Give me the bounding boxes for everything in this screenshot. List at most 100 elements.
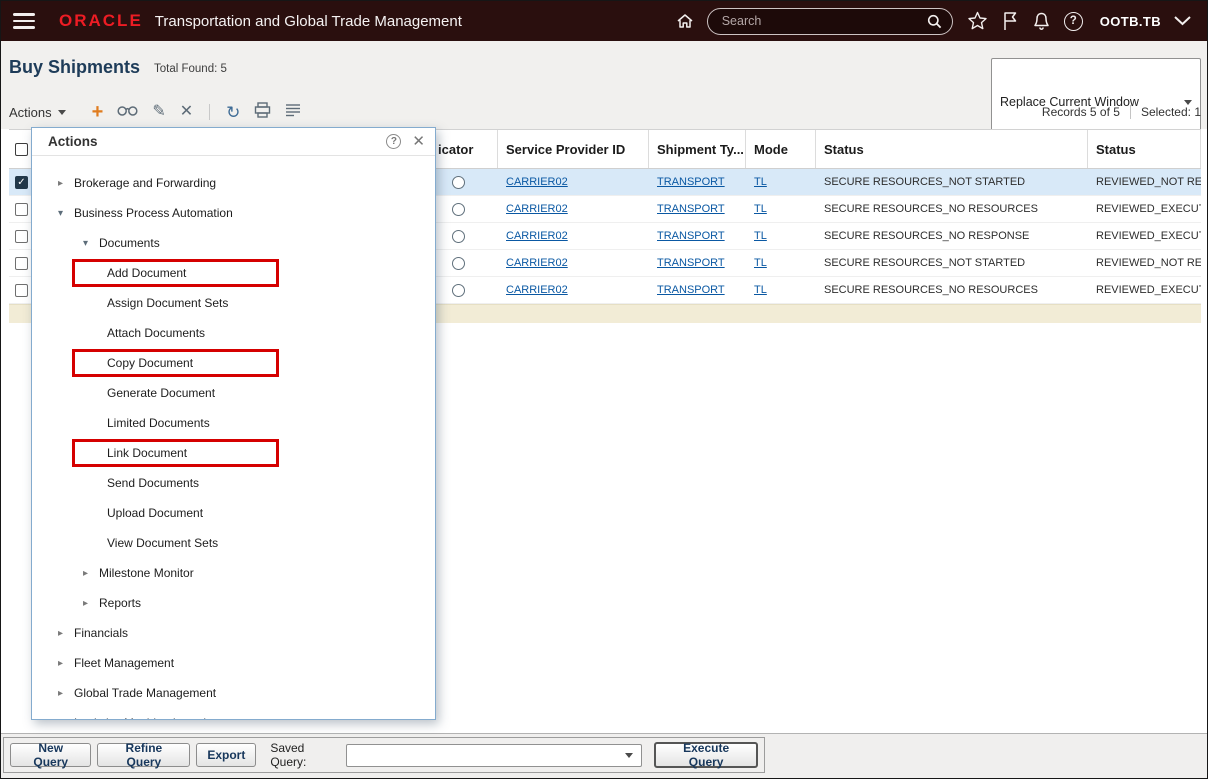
column-header-mode[interactable]: Mode [746, 130, 816, 168]
service-provider-link[interactable]: CARRIER02 [506, 176, 568, 188]
mode-link[interactable]: TL [754, 230, 767, 242]
indicator-radio[interactable] [452, 283, 465, 297]
popup-help-icon[interactable]: ? [386, 134, 402, 149]
indicator-radio[interactable] [452, 202, 465, 216]
shipment-type-link[interactable]: TRANSPORT [657, 284, 725, 296]
refine-query-button[interactable]: Refine Query [97, 741, 191, 769]
action-item-send-documents[interactable]: Send Documents [32, 468, 435, 498]
shipment-type-link[interactable]: TRANSPORT [657, 176, 725, 188]
saved-query-select[interactable] [345, 743, 643, 767]
chevron-right-icon[interactable]: ▸ [58, 628, 74, 639]
action-item-label: Business Process Automation [74, 206, 233, 220]
execute-query-button[interactable]: Execute Query [654, 741, 758, 769]
app-title: Transportation and Global Trade Manageme… [154, 12, 462, 30]
chevron-down-icon [57, 109, 66, 115]
list-view-icon[interactable] [285, 103, 301, 122]
row-checkbox[interactable] [15, 283, 28, 297]
status-cell: SECURE RESOURCES_NOT STARTED [824, 176, 1026, 188]
action-item-generate-document[interactable]: Generate Document [32, 378, 435, 408]
hamburger-menu-icon[interactable] [13, 13, 37, 29]
row-checkbox[interactable] [15, 229, 28, 243]
edit-pencil-icon[interactable]: ✎ [152, 104, 165, 120]
chevron-right-icon[interactable]: ▸ [83, 568, 99, 579]
search-icon[interactable] [927, 14, 942, 34]
search-input[interactable] [706, 7, 953, 35]
home-icon[interactable] [675, 11, 695, 31]
search-box [706, 7, 953, 35]
chevron-right-icon[interactable]: ▸ [83, 598, 99, 609]
status2-cell: REVIEWED_EXECUTE [1096, 284, 1201, 296]
indicator-radio[interactable] [452, 175, 465, 189]
indicator-radio[interactable] [452, 229, 465, 243]
indicator-radio[interactable] [452, 256, 465, 270]
refresh-icon[interactable]: ↻ [226, 104, 240, 121]
action-item-documents[interactable]: ▾ Documents [32, 228, 435, 258]
row-checkbox[interactable]: ✓ [15, 175, 28, 189]
action-item-milestone-monitor[interactable]: ▸ Milestone Monitor [32, 558, 435, 588]
print-icon[interactable] [254, 101, 271, 123]
action-item-brokerage-and-forwarding[interactable]: ▸ Brokerage and Forwarding [32, 168, 435, 198]
action-item-global-trade-management[interactable]: ▸ Global Trade Management [32, 678, 435, 708]
service-provider-link[interactable]: CARRIER02 [506, 284, 568, 296]
actions-menu-label: Actions [9, 104, 52, 120]
action-item-assign-document-sets[interactable]: Assign Document Sets [32, 288, 435, 318]
chevron-right-icon[interactable]: ▸ [58, 688, 74, 699]
chevron-right-icon[interactable]: ▸ [58, 718, 74, 720]
export-button[interactable]: Export [196, 743, 257, 767]
popup-close-icon[interactable]: ✕ [412, 134, 425, 149]
row-checkbox[interactable] [15, 256, 28, 270]
action-item-fleet-management[interactable]: ▸ Fleet Management [32, 648, 435, 678]
chevron-right-icon[interactable]: ▸ [58, 178, 74, 189]
mode-link[interactable]: TL [754, 203, 767, 215]
delete-x-icon[interactable]: ✕ [180, 104, 193, 120]
add-icon[interactable]: + [92, 102, 104, 122]
column-header-shipment-ty[interactable]: Shipment Ty... [649, 130, 746, 168]
actions-menu-button[interactable]: Actions [9, 105, 66, 120]
favorites-star-icon[interactable] [967, 11, 988, 31]
action-item-reports[interactable]: ▸ Reports [32, 588, 435, 618]
chevron-down-icon[interactable]: ▾ [83, 238, 99, 249]
shipment-type-link[interactable]: TRANSPORT [657, 257, 725, 269]
action-item-label: Upload Document [107, 506, 204, 520]
shipment-type-link[interactable]: TRANSPORT [657, 203, 725, 215]
chevron-down-icon [625, 752, 634, 758]
action-item-financials[interactable]: ▸ Financials [32, 618, 435, 648]
flag-icon[interactable] [1001, 11, 1019, 31]
column-header-service-provider-id[interactable]: Service Provider ID [498, 130, 649, 168]
mode-link[interactable]: TL [754, 257, 767, 269]
column-header-status[interactable]: Status [1088, 130, 1201, 168]
chevron-down-icon[interactable]: ▾ [58, 208, 74, 219]
shipment-type-cell: TRANSPORT [649, 277, 746, 303]
row-checkbox[interactable] [15, 202, 28, 216]
service-provider-link[interactable]: CARRIER02 [506, 203, 568, 215]
actions-tree: ▸ Brokerage and Forwarding ▾ Business Proce… [32, 156, 435, 719]
action-item-attach-documents[interactable]: Attach Documents [32, 318, 435, 348]
selected-count-label: Selected: 1 [1140, 105, 1201, 119]
user-chevron-down-icon[interactable] [1174, 16, 1191, 26]
user-menu[interactable]: OOTB.TB [1100, 14, 1161, 29]
service-provider-link[interactable]: CARRIER02 [506, 257, 568, 269]
action-item-label: Documents [99, 236, 160, 250]
action-item-label: Brokerage and Forwarding [74, 176, 217, 190]
service-provider-link[interactable]: CARRIER02 [506, 230, 568, 242]
chevron-right-icon[interactable]: ▸ [58, 658, 74, 669]
action-item-copy-document[interactable]: Copy Document [32, 348, 435, 378]
column-header-status[interactable]: Status [816, 130, 1088, 168]
help-icon[interactable]: ? [1063, 11, 1083, 31]
action-item-view-document-sets[interactable]: View Document Sets [32, 528, 435, 558]
find-binoculars-icon[interactable] [117, 103, 138, 122]
shipment-type-cell: TRANSPORT [649, 169, 746, 195]
action-item-limited-documents[interactable]: Limited Documents [32, 408, 435, 438]
mode-link[interactable]: TL [754, 284, 767, 296]
action-item-add-document[interactable]: Add Document [32, 258, 435, 288]
action-item-logistics-machine-learning[interactable]: ▸Logistics Machine Learning [32, 708, 435, 719]
mode-cell: TL [746, 196, 816, 222]
action-item-upload-document[interactable]: Upload Document [32, 498, 435, 528]
action-item-link-document[interactable]: Link Document [32, 438, 435, 468]
mode-link[interactable]: TL [754, 176, 767, 188]
shipment-type-link[interactable]: TRANSPORT [657, 230, 725, 242]
action-item-business-process-automation[interactable]: ▾ Business Process Automation [32, 198, 435, 228]
select-all-checkbox[interactable] [15, 142, 28, 156]
new-query-button[interactable]: New Query [10, 741, 92, 769]
notifications-bell-icon[interactable] [1032, 11, 1051, 31]
